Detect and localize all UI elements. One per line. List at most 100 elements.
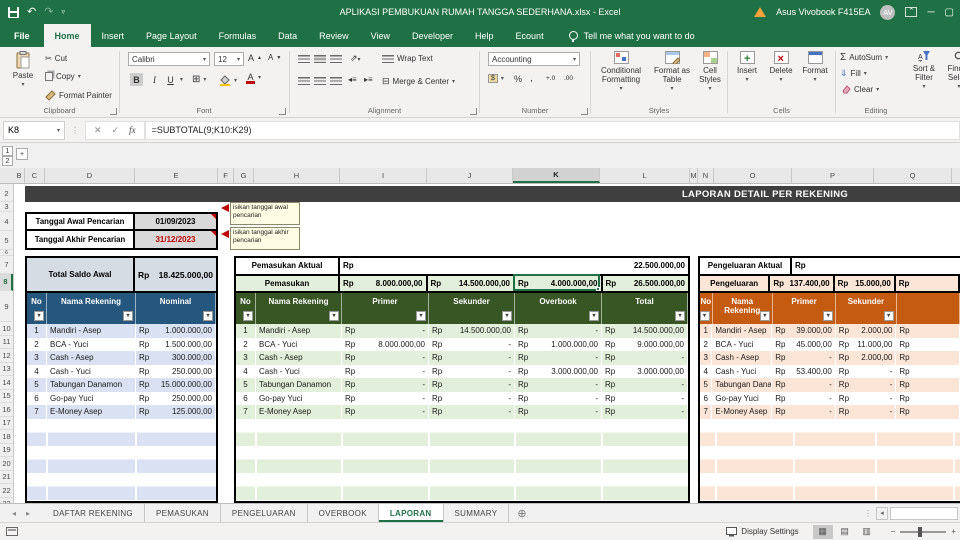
pengeluaran-row[interactable]: 2 BCA - Yuci Rp 45.000,00 Rp 11.000,00 Rp xyxy=(700,337,960,351)
empty-rows[interactable] xyxy=(27,418,216,501)
avatar[interactable]: AV xyxy=(880,4,896,20)
accessibility-icon[interactable] xyxy=(6,527,18,536)
format-painter-button[interactable]: Format Painter xyxy=(45,90,112,101)
zoom-slider-thumb[interactable] xyxy=(918,526,923,537)
align-middle-icon[interactable] xyxy=(314,55,326,63)
align-bottom-icon[interactable] xyxy=(330,55,342,63)
shrink-font-button[interactable]: A ▼ xyxy=(268,53,281,62)
align-left-icon[interactable] xyxy=(298,77,310,85)
saldo-row[interactable]: 4 Cash - Yuci Rp 250.000,00 xyxy=(27,364,216,378)
header-primer[interactable]: Primer ▾ xyxy=(342,293,429,324)
outline-level-1-button[interactable]: 1 xyxy=(2,146,13,156)
new-sheet-icon[interactable]: ⊕ xyxy=(517,504,526,522)
header-clipped[interactable] xyxy=(897,293,960,324)
filter-button[interactable]: ▾ xyxy=(123,311,133,321)
merge-center-button[interactable]: ⊟ Merge & Center ▾ xyxy=(382,76,455,87)
column-header[interactable]: B xyxy=(14,168,25,183)
filter-button[interactable]: ▾ xyxy=(759,311,770,321)
increase-indent-icon[interactable]: ▸≡ xyxy=(364,75,373,84)
font-dialog-launcher[interactable] xyxy=(279,108,286,115)
column-header[interactable]: C xyxy=(25,168,45,183)
header-no[interactable]: No ▾ xyxy=(27,293,47,324)
pengeluaran-sekunder-total[interactable]: Rp 15.000,00 xyxy=(834,275,896,291)
cancel-formula-icon[interactable]: ✕ xyxy=(94,125,102,136)
column-header[interactable]: L xyxy=(600,168,690,183)
saldo-row[interactable]: 1 Mandiri - Asep Rp 1.000.000,00 xyxy=(27,324,216,338)
pemasukan-subtitle-cell[interactable]: Pemasukan xyxy=(236,275,340,291)
zoom-slider[interactable] xyxy=(900,526,947,537)
filter-button[interactable]: ▾ xyxy=(823,311,834,321)
sheet-tab[interactable]: SUMMARY xyxy=(444,504,510,522)
pengeluaran-row[interactable]: 6 Go-pay Yuci Rp - Rp - Rp xyxy=(700,391,960,405)
save-icon[interactable] xyxy=(8,6,19,18)
borders-button[interactable]: ⊞ ▾ xyxy=(192,74,206,85)
percent-style-button[interactable]: % xyxy=(514,74,522,84)
undo-icon[interactable]: ↶ xyxy=(27,6,36,18)
comma-style-button[interactable]: , xyxy=(530,73,533,84)
qat-customize-icon[interactable]: ▿ xyxy=(61,9,65,16)
filter-button[interactable]: ▾ xyxy=(883,311,894,321)
header-nama-rekening[interactable]: Nama Rekening ▾ xyxy=(256,293,342,324)
saldo-value-cell[interactable]: Rp 18.425.000,00 xyxy=(135,258,216,291)
font-size-select[interactable]: 12 ▾ xyxy=(214,52,244,66)
sheet-tab[interactable]: PEMASUKAN xyxy=(145,504,221,522)
sheet-tab[interactable]: OVERBOOK xyxy=(308,504,379,522)
cell-styles-button[interactable]: Cell Styles ▾ xyxy=(695,51,725,93)
display-settings-button[interactable]: Display Settings xyxy=(726,526,799,537)
page-layout-view-button[interactable]: ▤ xyxy=(835,525,855,539)
pemasukan-row[interactable]: 6 Go-pay Yuci Rp - Rp - Rp - Rp - xyxy=(236,391,688,405)
sort-filter-button[interactable]: AZ Sort & Filter▾ xyxy=(908,51,940,91)
pemasukan-primer-total[interactable]: Rp 8.000.000,00 xyxy=(340,275,428,291)
header-nama-rekening[interactable]: Nama Rekening ▾ xyxy=(713,293,773,324)
row-header[interactable]: 7 xyxy=(0,256,13,274)
sheet-nav-right-icon[interactable]: ▸ xyxy=(26,509,30,518)
sheet-tab[interactable]: LAPORAN xyxy=(378,504,444,522)
ribbon-tab[interactable]: Ecount xyxy=(505,24,555,47)
tell-me-box[interactable]: Tell me what you want to do xyxy=(568,24,695,47)
filter-button[interactable]: ▾ xyxy=(34,311,44,321)
minimize-button[interactable]: ─ xyxy=(927,7,934,18)
saldo-row[interactable]: 5 Tabungan Danamon Rp 15.000.000,00 xyxy=(27,378,216,392)
scrollbar-track[interactable] xyxy=(890,506,958,520)
row-header[interactable]: 14 xyxy=(0,376,13,390)
enter-formula-icon[interactable]: ✓ xyxy=(112,125,120,136)
clear-button[interactable]: Clear ▾ xyxy=(840,84,879,94)
header-total[interactable]: Total ▾ xyxy=(602,293,688,324)
italic-button[interactable]: I xyxy=(148,73,161,86)
row-header[interactable]: 21 xyxy=(0,471,13,484)
find-select-button[interactable]: Find & Select▾ xyxy=(942,51,960,91)
start-date-cell[interactable]: 01/09/2023 xyxy=(135,214,216,229)
maximize-button[interactable]: ▢ xyxy=(945,7,954,18)
report-banner-cell[interactable]: LAPORAN DETAIL PER REKENING xyxy=(25,186,960,202)
row-header[interactable]: 11 xyxy=(0,336,13,349)
insert-cells-button[interactable]: + Insert ▾ xyxy=(732,51,762,84)
sheet-tab[interactable]: PENGELUARAN xyxy=(221,504,308,522)
filter-button[interactable]: ▾ xyxy=(203,311,213,321)
sheet-tab[interactable]: DAFTAR REKENING xyxy=(42,504,145,522)
insert-function-icon[interactable]: fx xyxy=(129,125,136,135)
sheet-nav-left-icon[interactable]: ◂ xyxy=(12,509,16,518)
column-header[interactable]: P xyxy=(792,168,874,183)
pengeluaran-primer-total[interactable]: Rp 137.400,00 xyxy=(770,275,835,291)
row-header[interactable]: 12 xyxy=(0,349,13,363)
redo-icon[interactable]: ↷ xyxy=(44,6,53,18)
pemasukan-total-cell[interactable]: Rp 22.500.000,00 xyxy=(340,258,688,274)
row-header[interactable]: 5 xyxy=(0,231,13,250)
filter-button[interactable]: ▾ xyxy=(329,311,339,321)
align-center-icon[interactable] xyxy=(314,77,326,85)
tab-file[interactable]: File xyxy=(0,24,44,47)
align-right-icon[interactable] xyxy=(330,77,342,85)
saldo-row[interactable]: 3 Cash - Asep Rp 300.000,00 xyxy=(27,351,216,365)
filter-button[interactable]: ▾ xyxy=(416,311,426,321)
pengeluaran-row[interactable]: 3 Cash - Asep Rp - Rp 2.000,00 Rp xyxy=(700,351,960,365)
wrap-text-button[interactable]: Wrap Text xyxy=(382,54,433,63)
column-header[interactable]: G xyxy=(234,168,254,183)
autosum-button[interactable]: Σ AutoSum ▾ xyxy=(840,52,888,63)
saldo-label-cell[interactable]: Total Saldo Awal xyxy=(27,258,135,291)
row-header[interactable]: 15 xyxy=(0,390,13,403)
pengeluaran-row[interactable]: 5 Tabungan Danamon Rp- Rp- Rp xyxy=(700,378,960,392)
column-header[interactable]: F xyxy=(218,168,234,183)
empty-rows[interactable] xyxy=(236,418,688,501)
pemasukan-row[interactable]: 2 BCA - Yuci Rp 8.000.000,00 Rp - Rp 1.000.… xyxy=(236,337,688,351)
row-header[interactable]: 18 xyxy=(0,430,13,444)
